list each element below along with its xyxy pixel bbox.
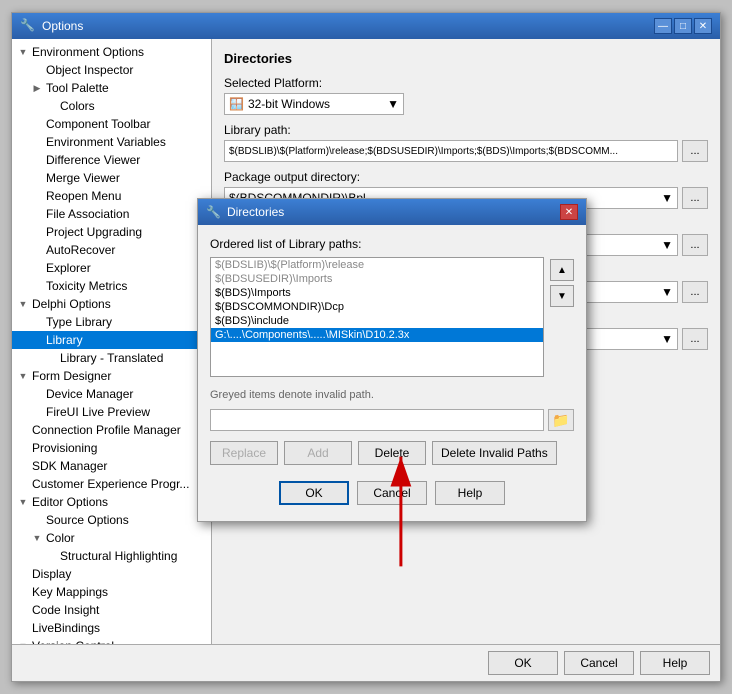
directories-modal: 🔧 Directories ✕ Ordered list of Library … (197, 198, 587, 522)
list-with-arrows: $(BDSLIB)\$(Platform)\release $(BDSUSEDI… (210, 257, 574, 383)
delete-button[interactable]: Delete (358, 441, 426, 465)
options-window: 🔧 Options — □ ✕ ▼ Environment Options Ob… (11, 12, 721, 682)
modal-titlebar: 🔧 Directories ✕ (198, 199, 586, 225)
list-item-selected[interactable]: G:\....\Components\.....\MISkin\D10.2.3x (211, 328, 543, 342)
modal-close-button[interactable]: ✕ (560, 204, 578, 220)
modal-body: Ordered list of Library paths: $(BDSLIB)… (198, 225, 586, 521)
list-item[interactable]: $(BDS)\Imports (211, 286, 543, 300)
up-down-col: ▲ ▼ (550, 257, 574, 307)
modal-help-button[interactable]: Help (435, 481, 505, 505)
modal-cancel-button[interactable]: Cancel (357, 481, 427, 505)
move-down-button[interactable]: ▼ (550, 285, 574, 307)
add-button[interactable]: Add (284, 441, 352, 465)
modal-title-left: 🔧 Directories (206, 205, 284, 219)
list-item[interactable]: $(BDSCOMMONDIR)\Dcp (211, 300, 543, 314)
folder-browse-button[interactable]: 📁 (548, 409, 574, 431)
modal-icon: 🔧 (206, 205, 221, 219)
modal-footer: OK Cancel Help (210, 475, 574, 509)
greyed-note: Greyed items denote invalid path. (210, 389, 574, 401)
library-paths-list[interactable]: $(BDSLIB)\$(Platform)\release $(BDSUSEDI… (210, 257, 544, 377)
modal-title: Directories (227, 205, 284, 219)
replace-button[interactable]: Replace (210, 441, 278, 465)
list-item[interactable]: $(BDSUSEDIR)\Imports (211, 272, 543, 286)
modal-section-label: Ordered list of Library paths: (210, 237, 574, 251)
path-input[interactable] (210, 409, 544, 431)
list-item[interactable]: $(BDSLIB)\$(Platform)\release (211, 258, 543, 272)
delete-invalid-paths-button[interactable]: Delete Invalid Paths (432, 441, 557, 465)
list-item[interactable]: $(BDS)\include (211, 314, 543, 328)
move-up-button[interactable]: ▲ (550, 259, 574, 281)
modal-overlay: 🔧 Directories ✕ Ordered list of Library … (12, 13, 720, 681)
modal-action-row: Replace Add Delete Delete Invalid Paths (210, 441, 574, 465)
modal-ok-button[interactable]: OK (279, 481, 349, 505)
path-input-row: 📁 (210, 409, 574, 431)
